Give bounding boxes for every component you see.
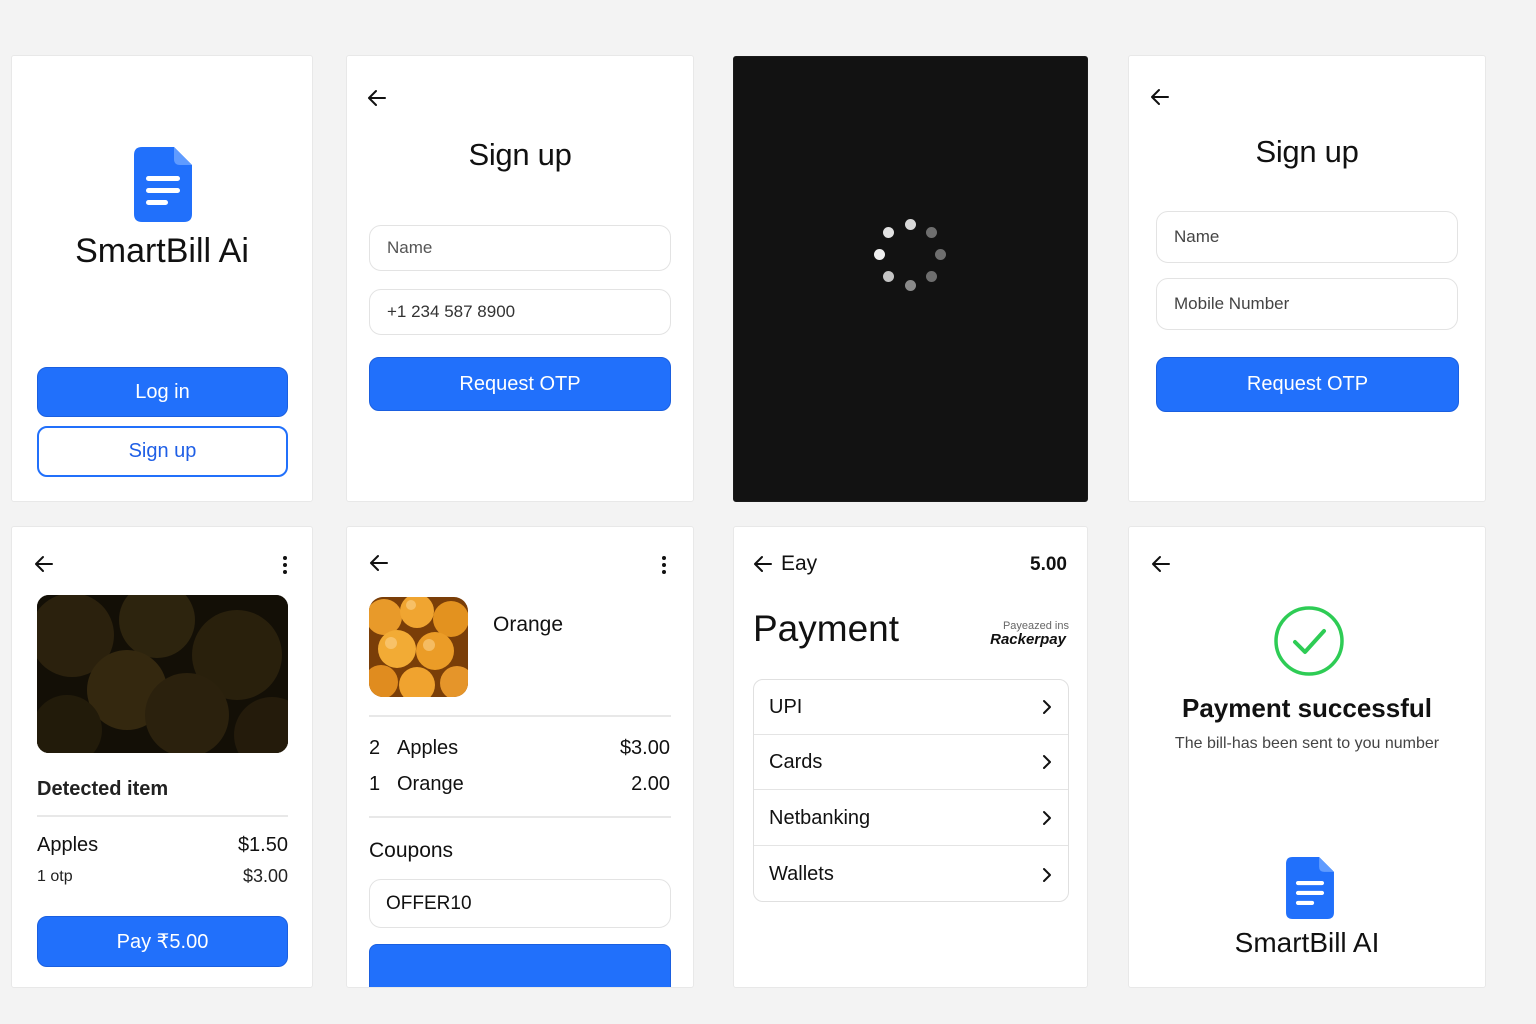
mobile-number-field[interactable]: Mobile Number	[1156, 278, 1458, 330]
payment-success-screen: Payment successful The bill-has been sen…	[1128, 526, 1486, 988]
payment-method-label: Netbanking	[769, 806, 871, 829]
payment-screen: Eay 5.00 Payment Payeazed ins Rackerpay …	[733, 526, 1088, 988]
check-circle-icon	[1273, 605, 1345, 682]
cart-item-price: $3.00	[619, 737, 670, 759]
back-arrow-icon[interactable]	[1149, 86, 1171, 108]
more-options-icon[interactable]	[282, 555, 288, 575]
page-title: Payment	[753, 608, 900, 649]
signup-button[interactable]: Sign up	[37, 426, 288, 477]
page-title: Sign up	[1255, 134, 1359, 169]
loading-screen	[733, 56, 1088, 502]
payment-method-cards[interactable]: Cards	[754, 735, 1068, 790]
section-heading: Detected item	[37, 778, 169, 800]
chevron-right-icon	[1043, 811, 1051, 825]
item-sub-label: 1 otp	[37, 868, 73, 885]
payment-method-label: UPI	[769, 695, 803, 718]
cart-item-name: Apples	[397, 737, 459, 759]
chevron-right-icon	[1043, 700, 1051, 714]
provider-name: Rackerpay	[990, 631, 1066, 648]
success-title: Payment successful	[1181, 693, 1432, 723]
page-title: Sign up	[468, 137, 572, 172]
payment-method-upi[interactable]: UPI	[754, 680, 1068, 735]
header-label: Eay	[781, 552, 818, 575]
app-name: SmartBill AI	[1234, 927, 1380, 958]
cart-item-qty: 2	[369, 737, 381, 759]
chevron-right-icon	[1043, 867, 1051, 882]
cart-item-price: 2.00	[631, 773, 670, 795]
back-arrow-icon[interactable]	[752, 553, 774, 575]
cart-item-qty: 1	[369, 773, 381, 795]
payment-method-netbanking[interactable]: Netbanking	[754, 791, 1068, 846]
welcome-screen: SmartBill Ai Log in Sign up	[11, 55, 313, 502]
login-button[interactable]: Log in	[37, 367, 288, 417]
back-arrow-icon[interactable]	[366, 87, 388, 109]
apply-button[interactable]	[369, 944, 671, 987]
divider	[369, 715, 671, 717]
signup-mobile-screen: Sign up Name Mobile Number Request OTP	[1128, 55, 1486, 502]
coupon-input[interactable]: OFFER10	[369, 879, 671, 928]
loading-spinner-icon	[873, 217, 949, 293]
request-otp-button[interactable]: Request OTP	[1156, 357, 1459, 412]
payment-method-label: Wallets	[769, 863, 834, 885]
phone-field[interactable]: +1 234 587 8900	[369, 289, 671, 335]
request-otp-button[interactable]: Request OTP	[369, 357, 671, 411]
document-icon	[134, 147, 192, 227]
more-options-icon[interactable]	[661, 555, 667, 575]
cart-item-name: Orange	[397, 773, 464, 795]
detected-item-screen: Detected item Apples $1.50 1 otp $3.00 P…	[11, 526, 313, 988]
back-arrow-icon[interactable]	[1150, 553, 1172, 575]
payment-method-label: Cards	[769, 750, 823, 773]
camera-preview	[37, 595, 288, 753]
coupons-label: Coupons	[369, 839, 454, 862]
item-name: Apples	[37, 834, 99, 856]
back-arrow-icon[interactable]	[368, 552, 390, 574]
payment-method-wallets[interactable]: Wallets	[754, 847, 1068, 901]
back-arrow-icon[interactable]	[33, 553, 55, 575]
divider	[369, 816, 671, 818]
product-name: Orange	[493, 613, 564, 636]
name-field[interactable]: Name	[369, 225, 671, 271]
success-message: The bill-has been sent to you number	[1174, 735, 1440, 752]
cart-screen: Orange 2 Apples $3.00 1 Orange 2.00 Coup…	[346, 526, 694, 988]
document-icon	[1286, 857, 1334, 924]
signup-phone-screen: Sign up Name +1 234 587 8900 Request OTP	[346, 55, 694, 502]
name-field[interactable]: Name	[1156, 211, 1458, 263]
chevron-right-icon	[1043, 755, 1051, 769]
product-image	[369, 597, 468, 697]
payment-methods-list: UPI Cards Netbanking Wallets	[753, 679, 1069, 902]
divider	[37, 815, 288, 817]
header-amount: 5.00	[1030, 554, 1067, 575]
app-name: SmartBill Ai	[75, 232, 249, 270]
item-sub-price: $3.00	[242, 866, 288, 886]
pay-button[interactable]: Pay ₹5.00	[37, 916, 288, 967]
item-price: $1.50	[237, 834, 288, 856]
